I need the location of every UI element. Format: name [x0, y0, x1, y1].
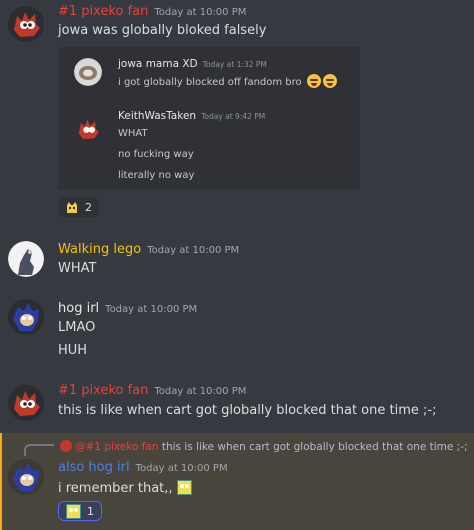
user-avatar[interactable] [8, 6, 44, 42]
reaction-button[interactable]: 2 [58, 197, 99, 217]
embedded-username: KeithWasTaken Today at 9:42 PM [118, 110, 265, 122]
avatar-icon [74, 115, 102, 143]
user-avatar[interactable] [8, 459, 44, 495]
timestamp: Today at 10:00 PM [147, 245, 240, 256]
avatar-icon [74, 58, 102, 86]
username[interactable]: Walking lego Today at 10:00 PM [58, 242, 239, 259]
avatar-icon [8, 6, 44, 42]
username-text[interactable]: Walking lego [58, 242, 141, 257]
timestamp: Today at 10:00 PM [135, 463, 228, 474]
crying-emoji-icon [306, 74, 321, 88]
avatar-icon [8, 299, 44, 335]
username[interactable]: also hog irl Today at 10:00 PM [58, 460, 228, 477]
avatar-icon [8, 385, 44, 421]
user-avatar[interactable] [8, 241, 44, 277]
reply-text: this is like when cart got globally bloc… [161, 441, 468, 453]
embedded-username-text: KeithWasTaken [118, 110, 197, 122]
timestamp: Today at 10:00 PM [105, 304, 198, 315]
user-avatar[interactable] [8, 299, 44, 335]
reply-preview[interactable]: @#1 pixeko fan this is like when cart go… [60, 440, 468, 453]
timestamp: Today at 10:00 PM [154, 7, 247, 18]
spongebob-emoji-icon [176, 480, 192, 495]
embedded-avatar [74, 115, 102, 143]
message-text: jowa was globally bloked falsely [58, 23, 267, 38]
user-avatar[interactable] [8, 385, 44, 421]
message-text: WHAT [58, 261, 97, 276]
embedded-timestamp: Today at 9:42 PM [201, 112, 266, 121]
reaction-count: 1 [87, 504, 94, 518]
embedded-text: no fucking way [118, 149, 194, 160]
message-text: LMAO [58, 320, 96, 335]
message-text: i remember that,, [58, 480, 192, 497]
reaction-count: 2 [85, 200, 92, 214]
embedded-screenshot[interactable]: jowa mama XD Today at 1:32 PM i got globa… [58, 47, 360, 190]
timestamp: Today at 10:00 PM [154, 386, 247, 397]
username[interactable]: #1 pixeko fan Today at 10:00 PM [58, 383, 246, 400]
message-text-content: i remember that,, [58, 481, 173, 496]
reaction-button[interactable]: 1 [58, 501, 102, 521]
username-text[interactable]: #1 pixeko fan [58, 383, 148, 398]
username-text[interactable]: #1 pixeko fan [58, 4, 148, 19]
embedded-username: jowa mama XD Today at 1:32 PM [118, 58, 267, 70]
cat-emoji-icon [67, 202, 77, 213]
avatar-icon [8, 241, 44, 277]
embedded-text: literally no way [118, 170, 195, 181]
crying-emoji-icon [322, 74, 337, 88]
reply-avatar [60, 440, 72, 452]
reply-mention[interactable]: @#1 pixeko fan [75, 441, 159, 453]
message-text: this is like when cart got globally bloc… [58, 403, 437, 418]
embedded-text: WHAT [118, 128, 148, 139]
username[interactable]: #1 pixeko fan Today at 10:00 PM [58, 4, 246, 21]
embedded-timestamp: Today at 1:32 PM [202, 60, 267, 69]
avatar-icon [8, 459, 44, 495]
username-text[interactable]: also hog irl [58, 460, 130, 475]
embedded-text-content: i got globally blocked off fandom bro [118, 77, 302, 88]
embedded-username-text: jowa mama XD [118, 58, 198, 70]
spongebob-emoji-icon [66, 503, 81, 519]
embedded-text: i got globally blocked off fandom bro [118, 74, 337, 88]
message-text: HUH [58, 343, 88, 358]
embedded-avatar [74, 58, 102, 86]
reply-spine [24, 444, 54, 456]
username-text[interactable]: hog irl [58, 301, 99, 316]
username[interactable]: hog irl Today at 10:00 PM [58, 301, 197, 318]
